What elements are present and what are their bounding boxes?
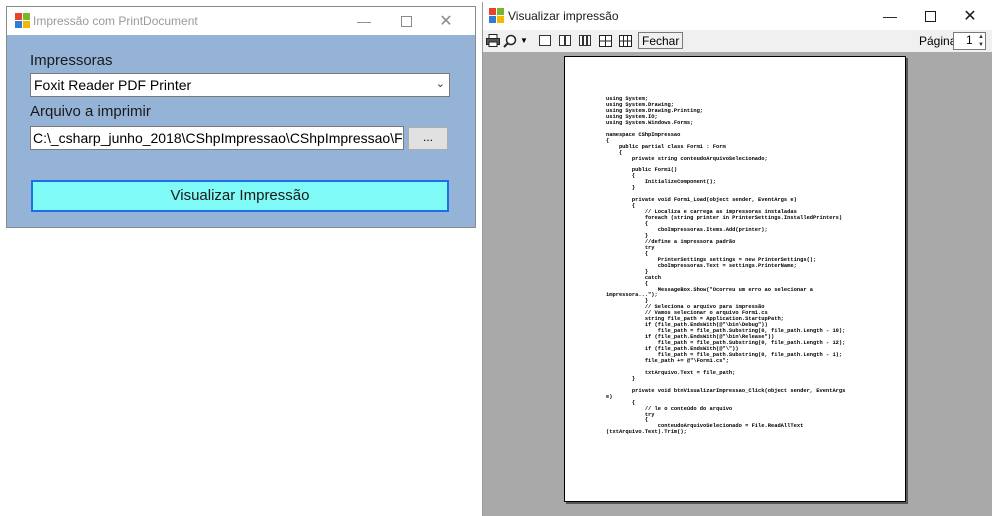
app-icon: [489, 8, 505, 24]
code-line: public partial class Form1 : Form: [618, 143, 726, 150]
minimize-icon[interactable]: —: [345, 7, 383, 35]
chevron-down-icon[interactable]: ▼: [978, 42, 984, 49]
code-line: namespace CShpImpressao: [606, 131, 681, 138]
four-pages-icon[interactable]: [598, 33, 612, 48]
code-line: (txtArquivo.Text).Trim();: [606, 429, 687, 436]
maximize-icon[interactable]: [387, 7, 425, 35]
preview-canvas[interactable]: using System; using System.Drawing; usin…: [483, 52, 992, 516]
page-number-stepper[interactable]: 1 ▲ ▼: [953, 32, 986, 50]
two-pages-icon[interactable]: [558, 33, 572, 48]
code-line: private void btnVisualizarImpressao_Clic…: [631, 387, 846, 394]
main-form-titlebar[interactable]: Impressão com PrintDocument — ✕: [7, 7, 475, 35]
browse-button[interactable]: ...: [408, 127, 448, 150]
one-page-icon[interactable]: [538, 33, 552, 48]
minimize-icon[interactable]: —: [871, 2, 909, 30]
main-form-window: Impressão com PrintDocument — ✕ Impresso…: [6, 6, 476, 228]
close-icon[interactable]: ✕: [951, 2, 989, 30]
code-line: }: [631, 185, 636, 192]
zoom-dropdown-icon[interactable]: ▼: [520, 33, 528, 48]
code-text: using System; using System.Drawing; usin…: [606, 96, 846, 436]
preview-page: using System; using System.Drawing; usin…: [564, 56, 906, 502]
printer-selected-value: Foxit Reader PDF Printer: [34, 77, 192, 93]
code-line: using System.Windows.Forms;: [606, 119, 694, 126]
print-preview-window: Visualizar impressão — ✕ ▼ Fechar Página…: [482, 2, 992, 516]
code-line: file_path += @"\Form1.cs";: [644, 357, 729, 364]
code-line: private string conteudoArquivoSelecionad…: [631, 155, 768, 162]
arquivo-label: Arquivo a imprimir: [30, 103, 151, 120]
print-preview-titlebar[interactable]: Visualizar impressão — ✕: [483, 2, 992, 30]
maximize-icon[interactable]: [911, 2, 949, 30]
visualizar-impressao-button[interactable]: Visualizar Impressão: [31, 180, 449, 212]
six-pages-icon[interactable]: [618, 33, 632, 48]
app-icon: [15, 13, 31, 29]
print-icon[interactable]: [486, 33, 500, 48]
impressoras-label: Impressoras: [30, 52, 113, 69]
printer-combobox[interactable]: Foxit Reader PDF Printer ⌄: [30, 73, 450, 97]
main-form-title: Impressão com PrintDocument: [33, 14, 198, 28]
zoom-icon[interactable]: [503, 33, 519, 48]
file-path-input[interactable]: C:\_csharp_junho_2018\CShpImpressao\CShp…: [30, 126, 404, 150]
print-preview-title: Visualizar impressão: [508, 9, 619, 23]
chevron-down-icon[interactable]: ⌄: [436, 77, 445, 90]
chevron-up-icon[interactable]: ▲: [978, 34, 984, 41]
preview-toolbar: ▼ Fechar Página 1 ▲ ▼: [483, 30, 992, 52]
page-number-value: 1: [966, 33, 973, 47]
three-pages-icon[interactable]: [578, 33, 592, 48]
close-icon[interactable]: ✕: [427, 7, 465, 35]
pagina-label: Página: [919, 34, 957, 48]
fechar-button[interactable]: Fechar: [638, 32, 684, 49]
code-line: }: [631, 375, 636, 382]
